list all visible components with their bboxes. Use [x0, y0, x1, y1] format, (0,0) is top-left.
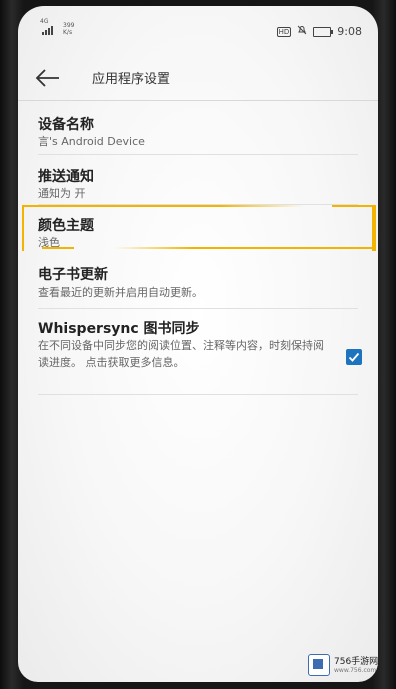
hd-icon: HD	[276, 26, 292, 37]
app-bar-divider	[18, 100, 378, 101]
phone-frame: 4G 399 K/s HD 9:08 应用程序设置 设备名称 言's Andro…	[0, 0, 396, 689]
speed-unit: K/s	[63, 29, 73, 36]
watermark-logo	[308, 654, 330, 676]
watermark-url: www.756.com	[334, 666, 377, 674]
divider	[38, 394, 358, 395]
arrow-left-icon	[35, 69, 59, 87]
status-bar-right: HD 9:08	[276, 25, 362, 38]
setting-subtitle: 在不同设备中同步您的阅读位置、注释等内容，时刻保持阅读进度。 点击获取更多信息。	[38, 339, 324, 369]
setting-device-name[interactable]: 设备名称 言's Android Device	[18, 102, 378, 154]
status-bar: 4G 399 K/s HD 9:08	[18, 6, 378, 50]
watermark: 756手游网 www.756.com	[308, 650, 388, 680]
signal-icon	[42, 26, 53, 35]
setting-whispersync[interactable]: Whispersync 图书同步 在不同设备中同步您的阅读位置、注释等内容，时刻…	[18, 310, 378, 394]
setting-subtitle: 言's Android Device	[38, 135, 145, 148]
page-title: 应用程序设置	[92, 72, 171, 87]
setting-subtitle: 通知为 开	[38, 187, 86, 200]
network-speed: 399 K/s	[63, 22, 74, 36]
divider	[38, 308, 358, 309]
watermark-name: 756手游网	[334, 656, 379, 667]
highlight-frame	[20, 205, 376, 251]
check-icon	[348, 352, 360, 362]
setting-title: 电子书更新	[38, 267, 108, 283]
battery-icon	[313, 26, 334, 37]
setting-push-notifications[interactable]: 推送通知 通知为 开	[18, 155, 378, 207]
clock: 9:08	[337, 25, 362, 38]
setting-title: 推送通知	[38, 169, 94, 185]
screen: 4G 399 K/s HD 9:08 应用程序设置 设备名称 言's Andro…	[18, 6, 378, 682]
network-type: 4G	[40, 18, 49, 25]
setting-ebook-updates[interactable]: 电子书更新 查看最近的更新并启用自动更新。	[18, 256, 378, 310]
mute-icon	[297, 25, 307, 38]
setting-title: Whispersync 图书同步	[38, 321, 200, 337]
setting-title: 设备名称	[38, 117, 94, 133]
speed-value: 399	[63, 22, 75, 29]
back-button[interactable]	[32, 62, 64, 94]
setting-subtitle: 查看最近的更新并启用自动更新。	[38, 286, 203, 299]
whispersync-checkbox[interactable]	[346, 349, 362, 365]
app-bar: 应用程序设置	[18, 54, 378, 100]
